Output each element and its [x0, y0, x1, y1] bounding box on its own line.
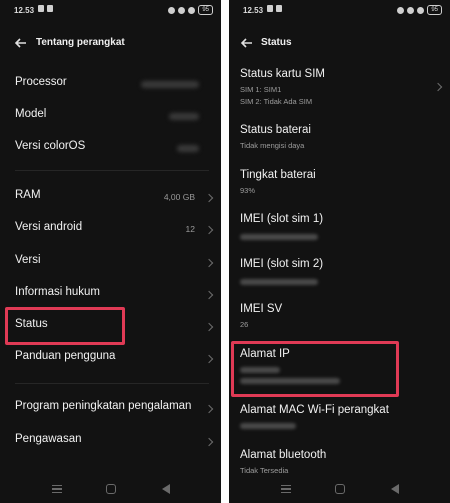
- status-bar: 12.53 95: [229, 0, 450, 22]
- status-highlight-box: [5, 307, 125, 345]
- vibrate-icon: [178, 6, 186, 14]
- status-time: 12.53: [243, 6, 264, 15]
- vibrate-icon: [407, 6, 415, 14]
- hidden-value: [240, 234, 318, 240]
- page-title: Status: [261, 37, 292, 48]
- item-subtitle: SIM 2: Tidak Ada SIM: [240, 97, 313, 106]
- row-label: Program peningkatan pengalaman: [15, 400, 192, 412]
- row-value: 4,00 GB: [163, 192, 195, 202]
- settings-row-android-version[interactable]: Versi android 12: [0, 219, 221, 239]
- row-label: Informasi hukum: [15, 286, 101, 298]
- ip-address-highlight-box: [231, 341, 399, 397]
- settings-row-coloros: Versi colorOS: [0, 138, 221, 158]
- item-subtitle: Tidak Tersedia: [240, 466, 289, 475]
- row-label: Versi colorOS: [15, 140, 86, 152]
- item-title: Alamat MAC Wi-Fi perangkat: [240, 404, 389, 416]
- divider: [15, 170, 209, 171]
- settings-row-model: Model: [0, 106, 221, 126]
- chevron-right-icon: [204, 193, 214, 203]
- top-bar: Status: [229, 32, 450, 56]
- item-title: IMEI SV: [240, 303, 283, 315]
- item-subtitle: 93%: [240, 186, 256, 195]
- settings-row-experience-program[interactable]: Program peningkatan pengalaman: [0, 398, 221, 418]
- item-title: Status kartu SIM: [240, 68, 326, 80]
- tiktok-notification-icon: [38, 5, 44, 12]
- status-item-battery-status: Status baterai Tidak mengisi daya: [229, 124, 450, 154]
- item-title: IMEI (slot sim 2): [240, 258, 324, 270]
- chevron-right-icon: [204, 225, 214, 235]
- hidden-value: [177, 145, 199, 152]
- nav-menu-icon[interactable]: [52, 485, 62, 493]
- row-label: Versi: [15, 254, 41, 266]
- nav-back-icon[interactable]: [162, 484, 170, 494]
- chevron-right-icon: [433, 82, 443, 92]
- chevron-right-icon: [204, 258, 214, 268]
- battery-icon: 95: [427, 5, 442, 15]
- tiktok-notification-icon: [267, 5, 273, 12]
- settings-row-supervision[interactable]: Pengawasan: [0, 431, 221, 451]
- nav-home-icon[interactable]: [106, 484, 116, 494]
- back-arrow-icon[interactable]: [12, 34, 30, 52]
- item-title: Tingkat baterai: [240, 169, 316, 181]
- chevron-right-icon: [204, 354, 214, 364]
- hidden-value: [141, 81, 199, 88]
- top-bar: Tentang perangkat: [0, 32, 221, 56]
- settings-row-version[interactable]: Versi: [0, 252, 221, 272]
- alarm-icon: [397, 6, 405, 14]
- wifi-icon: [417, 6, 425, 14]
- settings-row-ram[interactable]: RAM 4,00 GB: [0, 187, 221, 207]
- row-value: 12: [185, 224, 195, 234]
- status-item-battery-level: Tingkat baterai 93%: [229, 169, 450, 199]
- row-label: Versi android: [15, 221, 83, 233]
- page-title: Tentang perangkat: [36, 37, 125, 48]
- status-item-imei-sv: IMEI SV 26: [229, 303, 450, 333]
- item-subtitle: 26: [240, 320, 249, 329]
- item-subtitle: Tidak mengisi daya: [240, 141, 305, 150]
- download-notification-icon: [47, 5, 53, 12]
- status-item-imei-2: IMEI (slot sim 2): [229, 258, 450, 288]
- hidden-value: [240, 279, 318, 285]
- navigation-bar: [229, 477, 450, 503]
- chevron-right-icon: [204, 437, 214, 447]
- hidden-value: [169, 113, 199, 120]
- divider: [15, 383, 209, 384]
- battery-icon: 95: [198, 5, 213, 15]
- wifi-icon: [188, 6, 196, 14]
- status-screen: 12.53 95 Status Status kartu SIM SIM 1: …: [229, 0, 450, 503]
- item-subtitle: SIM 1: SIM1: [240, 85, 282, 94]
- alarm-icon: [168, 6, 176, 14]
- item-title: IMEI (slot sim 1): [240, 213, 324, 225]
- back-arrow-icon[interactable]: [238, 34, 256, 52]
- status-item-bluetooth: Alamat bluetooth Tidak Tersedia: [229, 449, 450, 479]
- item-title: Status baterai: [240, 124, 311, 136]
- chevron-right-icon: [204, 322, 214, 332]
- nav-menu-icon[interactable]: [281, 485, 291, 493]
- settings-row-processor: Processor: [0, 74, 221, 94]
- nav-back-icon[interactable]: [391, 484, 399, 494]
- row-label: Model: [15, 108, 47, 120]
- chevron-right-icon: [204, 290, 214, 300]
- chevron-right-icon: [204, 404, 214, 414]
- settings-row-legal-info[interactable]: Informasi hukum: [0, 284, 221, 304]
- status-time: 12.53: [14, 6, 35, 15]
- hidden-value: [240, 423, 296, 429]
- status-item-wifi-mac: Alamat MAC Wi-Fi perangkat: [229, 404, 450, 434]
- settings-row-user-guide[interactable]: Panduan pengguna: [0, 348, 221, 368]
- navigation-bar: [0, 477, 221, 503]
- status-item-sim[interactable]: Status kartu SIM SIM 1: SIM1 SIM 2: Tida…: [229, 68, 450, 112]
- item-title: Alamat bluetooth: [240, 449, 327, 461]
- row-label: Panduan pengguna: [15, 350, 116, 362]
- status-bar: 12.53 95: [0, 0, 221, 22]
- row-label: Pengawasan: [15, 433, 82, 445]
- row-label: Processor: [15, 76, 67, 88]
- row-label: RAM: [15, 189, 41, 201]
- nav-home-icon[interactable]: [335, 484, 345, 494]
- download-notification-icon: [276, 5, 282, 12]
- about-device-screen: 12.53 95 Tentang perangkat Processor Mod…: [0, 0, 221, 503]
- status-item-imei-1: IMEI (slot sim 1): [229, 213, 450, 243]
